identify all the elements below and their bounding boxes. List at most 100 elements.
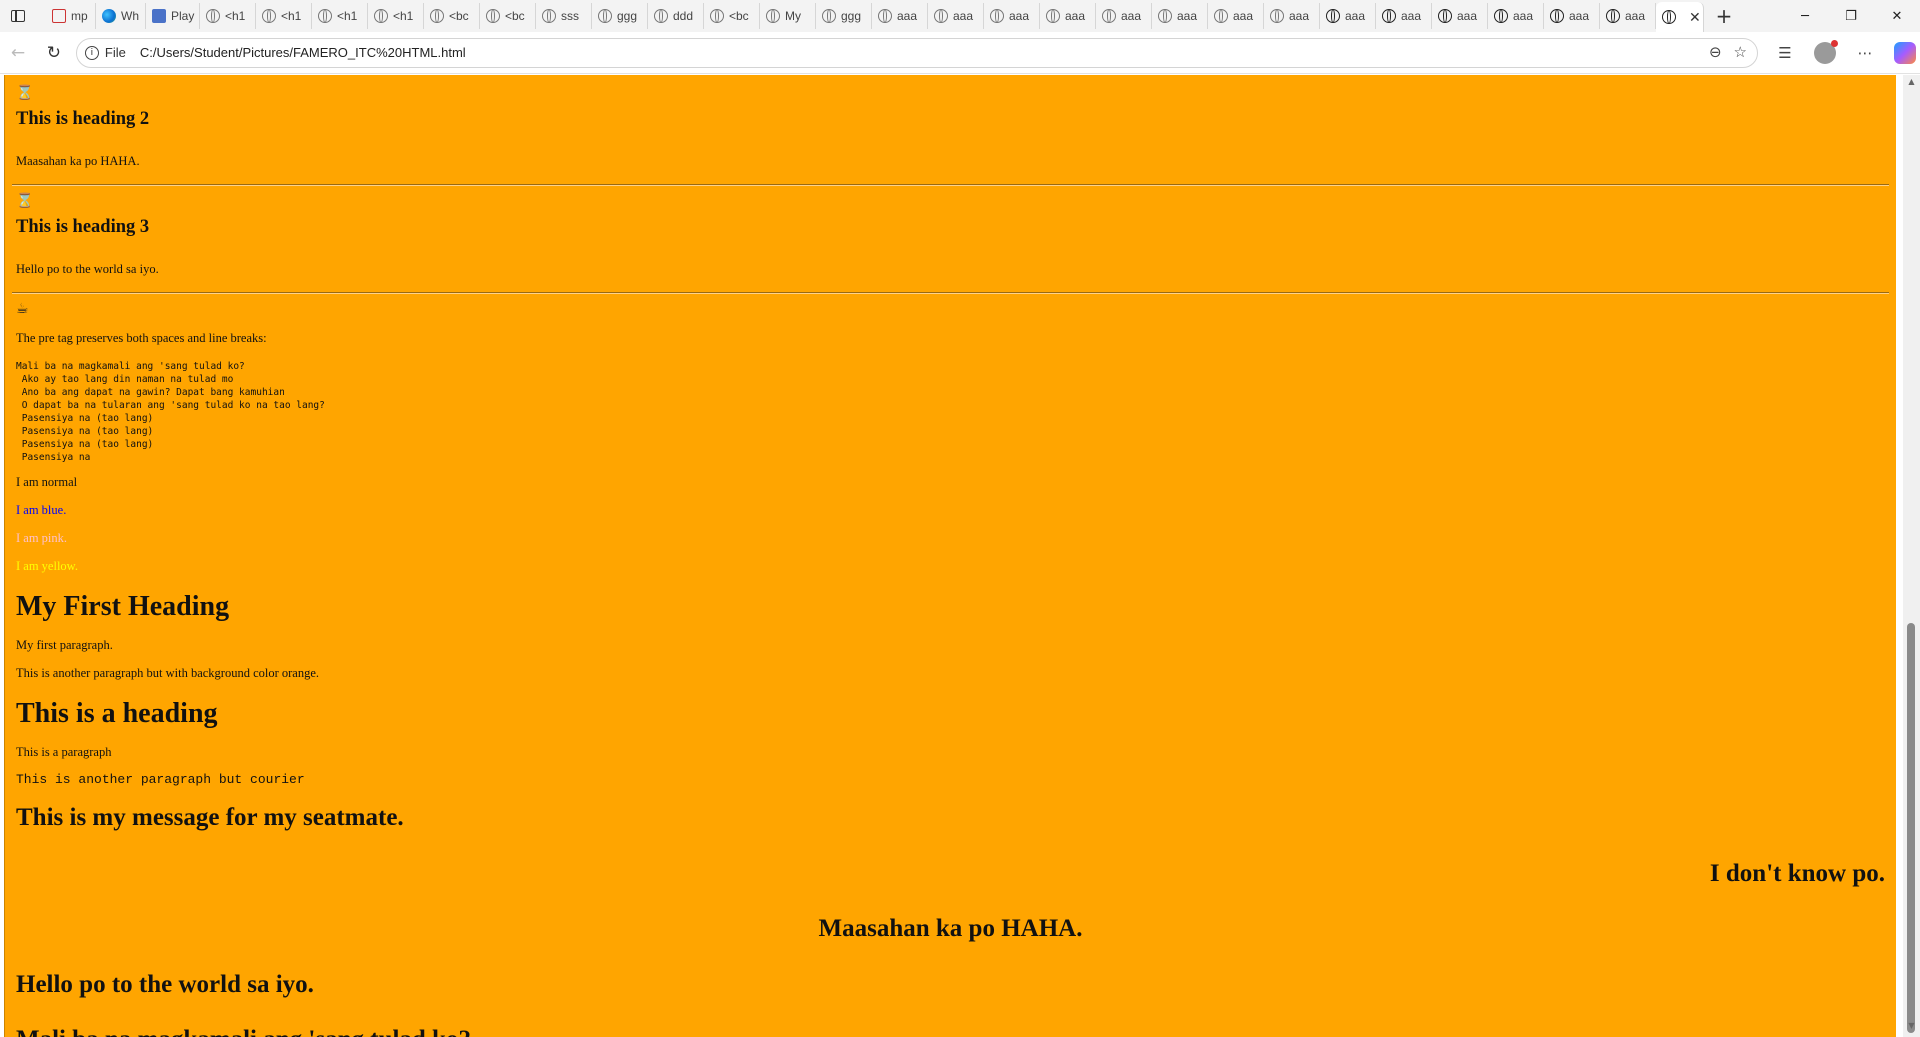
normal-text: I am normal [16, 475, 78, 489]
heading-3-text: Hello po to the world sa iyo. [16, 262, 159, 276]
favorites-button[interactable]: ☰ [1770, 38, 1800, 68]
tab-label: aaa [1065, 9, 1086, 23]
restore-button[interactable]: ❐ [1828, 0, 1874, 32]
browser-tab[interactable]: Wh [96, 3, 146, 29]
a-heading: This is a heading [16, 698, 218, 729]
tab-label: aaa [1401, 9, 1422, 23]
browser-tab[interactable]: aaa [1600, 3, 1656, 29]
tab-actions-button[interactable] [0, 0, 36, 32]
profile-button[interactable] [1810, 38, 1840, 68]
globe-icon [878, 9, 892, 23]
browser-tab[interactable]: Play [146, 3, 200, 29]
avatar [1813, 39, 1838, 64]
globe-dark-icon [1494, 9, 1508, 23]
info-icon[interactable]: i [84, 45, 99, 60]
orange-paragraph: This is another paragraph but with backg… [16, 666, 320, 680]
globe-dark-icon [1382, 9, 1396, 23]
globe-icon [486, 9, 500, 23]
active-browser-tab[interactable]: ✕ [1656, 2, 1704, 32]
minimize-button[interactable]: ─ [1782, 0, 1828, 32]
globe-icon [206, 9, 220, 23]
browser-tab[interactable]: aaa [1488, 3, 1544, 29]
scroll-down-icon[interactable]: ▼ [1903, 1021, 1920, 1035]
globe-icon [262, 9, 276, 23]
tab-label: <bc [729, 9, 749, 23]
browser-tab[interactable]: My [760, 3, 816, 29]
globe-dark-icon [1550, 9, 1564, 23]
first-paragraph: My first paragraph. [16, 638, 113, 652]
browser-tab[interactable]: aaa [1432, 3, 1488, 29]
tab-label: aaa [953, 9, 974, 23]
back-button[interactable]: ← [0, 35, 36, 71]
window-controls: ─ ❐ ✕ [1782, 0, 1920, 32]
browser-tab[interactable]: aaa [1320, 3, 1376, 29]
tab-label: aaa [1457, 9, 1478, 23]
globe-icon [598, 9, 612, 23]
tab-label: aaa [897, 9, 918, 23]
globe-icon [542, 9, 556, 23]
globe-icon [990, 9, 1004, 23]
ellipsis-icon: ⋯ [1857, 43, 1873, 62]
tab-label: Wh [121, 9, 139, 23]
browser-tab[interactable]: aaa [1152, 3, 1208, 29]
browser-tab[interactable]: <bc [480, 3, 536, 29]
globe-dark-icon [1662, 10, 1676, 24]
browser-tab[interactable]: aaa [1264, 3, 1320, 29]
globe-icon [654, 9, 668, 23]
tab-label: aaa [1289, 9, 1310, 23]
tab-label: <bc [449, 9, 469, 23]
browser-tab[interactable]: aaa [1376, 3, 1432, 29]
url-text[interactable]: C:/Users/Student/Pictures/FAMERO_ITC%20H… [140, 45, 466, 60]
globe-dark-icon [1606, 9, 1620, 23]
close-tab-icon[interactable]: ✕ [1689, 9, 1701, 26]
browser-tab[interactable]: <bc [704, 3, 760, 29]
browser-tab[interactable]: <h1 [256, 3, 312, 29]
more-menu-button[interactable]: ⋯ [1850, 38, 1880, 68]
horizontal-rule [12, 292, 1889, 294]
scrollbar-thumb[interactable] [1907, 623, 1915, 1033]
browser-tab[interactable]: aaa [872, 3, 928, 29]
browser-tab[interactable]: ggg [816, 3, 872, 29]
favorites-icon: ☰ [1778, 43, 1792, 62]
cup-icon: ☕ [16, 301, 29, 317]
browser-tab[interactable]: ddd [648, 3, 704, 29]
url-field[interactable]: i File C:/Users/Student/Pictures/FAMERO_… [75, 37, 1758, 68]
tab-label: aaa [1569, 9, 1590, 23]
tab-actions-icon [11, 10, 25, 22]
browser-tab[interactable]: <h1 [200, 3, 256, 29]
browser-tab[interactable]: mp [46, 3, 96, 29]
tab-label: ggg [841, 9, 862, 23]
globe-dark-icon [1326, 9, 1340, 23]
favorite-star-icon[interactable]: ☆ [1734, 43, 1747, 61]
close-window-button[interactable]: ✕ [1874, 0, 1920, 32]
browser-tab[interactable]: sss [536, 3, 592, 29]
browser-tab[interactable]: aaa [1096, 3, 1152, 29]
blue-text: I am blue. [16, 503, 67, 517]
browser-tab[interactable]: <h1 [312, 3, 368, 29]
browser-tab[interactable]: ggg [592, 3, 648, 29]
scheme-label: File [104, 45, 126, 60]
refresh-button[interactable]: ↻ [36, 35, 72, 71]
hourglass-icon: ⌛ [16, 193, 34, 209]
browser-tab[interactable]: <bc [424, 3, 480, 29]
zoom-out-icon[interactable]: ⊖ [1709, 43, 1722, 61]
new-tab-button[interactable]: + [1710, 2, 1738, 30]
globe-icon [766, 9, 780, 23]
globe-icon [710, 9, 724, 23]
browser-tab[interactable]: aaa [928, 3, 984, 29]
vertical-scrollbar[interactable]: ▲ ▼ [1903, 75, 1920, 1037]
copilot-button[interactable] [1890, 38, 1920, 68]
tab-label: My [785, 9, 801, 23]
tab-label: sss [561, 9, 579, 23]
scroll-up-icon[interactable]: ▲ [1903, 77, 1920, 91]
browser-tab[interactable]: aaa [984, 3, 1040, 29]
globe-icon [822, 9, 836, 23]
globe-icon [1046, 9, 1060, 23]
tab-label: <h1 [393, 9, 414, 23]
browser-tab[interactable]: aaa [1544, 3, 1600, 29]
browser-tab[interactable]: <h1 [368, 3, 424, 29]
browser-tab[interactable]: aaa [1208, 3, 1264, 29]
browser-tab[interactable]: aaa [1040, 3, 1096, 29]
tab-label: aaa [1233, 9, 1254, 23]
tab-label: aaa [1009, 9, 1030, 23]
